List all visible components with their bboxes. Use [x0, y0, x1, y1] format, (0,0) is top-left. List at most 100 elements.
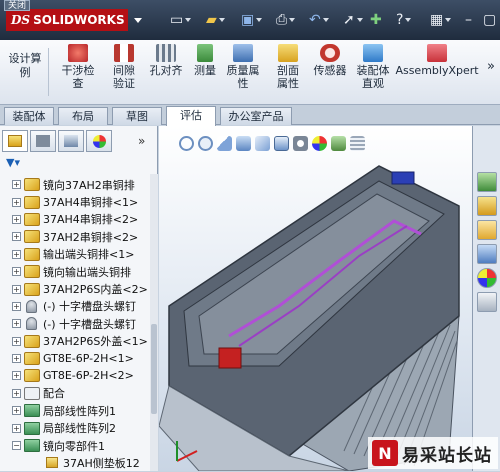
open-folder-icon[interactable]: ▰: [206, 11, 225, 29]
tab-office-products[interactable]: 办公室产品: [220, 107, 292, 125]
expand-toggle-icon[interactable]: +: [12, 336, 21, 346]
tree-item-label: 局部线性阵列2: [43, 422, 116, 436]
tree-scrollbar[interactable]: [150, 174, 158, 471]
tree-item-label: (-) 十字槽盘头螺钉: [43, 317, 137, 331]
expand-toggle-icon[interactable]: +: [12, 406, 21, 416]
tree-item[interactable]: + 镜向输出端头铜排: [0, 263, 150, 280]
assemblyxpert-icon: [427, 44, 447, 62]
help-icon[interactable]: ?: [396, 11, 412, 29]
undo-icon[interactable]: ↶: [309, 11, 329, 29]
property-manager-tab-icon[interactable]: [30, 130, 56, 152]
logo-menu-arrow-icon[interactable]: [133, 17, 142, 23]
tree-item-label: GT8E-6P-2H<2>: [43, 369, 134, 383]
expand-toggle-icon[interactable]: +: [12, 232, 21, 242]
section-properties-button[interactable]: 剖面属性: [268, 44, 308, 90]
expand-toggle-icon[interactable]: +: [12, 249, 21, 259]
tree-item[interactable]: + 局部线性阵列1: [0, 402, 150, 419]
filter-icon[interactable]: ▼▾: [6, 156, 20, 169]
tab-layout[interactable]: 布局: [58, 107, 108, 125]
panel-more-chevron-icon[interactable]: »: [138, 134, 145, 148]
tree-item[interactable]: +37AH侧垫板12: [0, 454, 150, 471]
display-manager-tab-icon[interactable]: [86, 130, 112, 152]
clearance-verify-icon: [114, 44, 134, 62]
ribbon-separator: [48, 48, 49, 96]
custom-properties-icon[interactable]: [477, 292, 497, 312]
hole-align-button[interactable]: 孔对齐: [146, 44, 186, 77]
tree-item[interactable]: +37AH2P6S外盖<1>: [0, 333, 150, 350]
tree-item[interactable]: + 配合: [0, 385, 150, 402]
scrollbar-thumb[interactable]: [151, 324, 157, 414]
tree-item[interactable]: + (-) 十字槽盘头螺钉: [0, 315, 150, 332]
tree-item[interactable]: + 局部线性阵列2: [0, 419, 150, 436]
restore-button[interactable]: ▢: [483, 11, 496, 29]
assemblyxpert-button[interactable]: AssemblyXpert: [395, 44, 479, 77]
new-document-icon[interactable]: ▭: [170, 11, 192, 29]
expand-toggle-icon[interactable]: +: [12, 354, 21, 364]
tree-item-label: 37AH2P6S外盖<1>: [43, 335, 148, 349]
comp-icon: [24, 195, 40, 209]
command-manager-ribbon: 设计算例 干涉检查 间隙验证 孔对齐 测量 质量属性 剖面属性 传感器 装配体直…: [0, 40, 500, 105]
expand-toggle-icon[interactable]: +: [12, 197, 21, 207]
solidworks-logo[interactable]: DS SOLIDWORKS: [6, 9, 142, 31]
feature-manager-tab-icon[interactable]: [2, 130, 28, 152]
design-study-button[interactable]: 设计算例: [8, 52, 42, 80]
mass-properties-icon: [233, 44, 253, 62]
expand-toggle-icon[interactable]: +: [12, 319, 21, 329]
solidworks-resources-icon[interactable]: [477, 172, 497, 192]
file-explorer-icon[interactable]: [477, 220, 497, 240]
battery-pack-model[interactable]: [159, 126, 472, 471]
select-pointer-icon[interactable]: ➚: [343, 11, 363, 29]
tree-item-label: 镜向37AH2串铜排: [43, 178, 135, 192]
measure-button[interactable]: 测量: [190, 44, 220, 77]
view-palette-icon[interactable]: [477, 244, 497, 264]
collapse-toggle-icon[interactable]: −: [12, 441, 21, 451]
tree-item[interactable]: +37AH4串铜排<2>: [0, 211, 150, 228]
tree-item[interactable]: + GT8E-6P-2H<1>: [0, 350, 150, 367]
feature-manager-panel: » ▼▾ + 镜向37AH2串铜排 +37AH4串铜排<1> +37AH4串铜排<2>…: [0, 126, 158, 471]
sensor-button[interactable]: 传感器: [311, 44, 349, 77]
expand-toggle-icon[interactable]: +: [12, 371, 21, 381]
tree-item-label: 37AH4串铜排<2>: [43, 213, 139, 227]
tree-item[interactable]: + (-) 十字槽盘头螺钉: [0, 298, 150, 315]
expand-toggle-icon[interactable]: +: [12, 214, 21, 224]
minimize-button[interactable]: –: [465, 11, 472, 29]
expand-toggle-icon[interactable]: +: [12, 267, 21, 277]
tab-assembly[interactable]: 装配体: [4, 107, 54, 125]
print-icon[interactable]: ⎙: [276, 11, 296, 29]
tree-item[interactable]: + GT8E-6P-2H<2>: [0, 367, 150, 384]
expand-toggle-icon[interactable]: +: [12, 388, 21, 398]
tree-item[interactable]: − 镜向零部件1: [0, 437, 150, 454]
interference-check-button[interactable]: 干涉检查: [58, 44, 98, 90]
graphics-area[interactable]: [159, 126, 472, 471]
options-icon[interactable]: ▦: [430, 11, 452, 29]
expand-toggle-icon[interactable]: +: [12, 284, 21, 294]
ds-logo-mark: DS: [11, 13, 31, 27]
tree-item[interactable]: + 镜向37AH2串铜排: [0, 176, 150, 193]
watermark-logo: N: [372, 440, 398, 466]
panel-tabs: [2, 130, 112, 152]
expand-toggle-icon[interactable]: +: [12, 180, 21, 190]
tab-sketch[interactable]: 草图: [112, 107, 162, 125]
ribbon-more-chevron-icon[interactable]: »: [484, 60, 498, 73]
save-icon[interactable]: ▣: [241, 11, 263, 29]
tab-evaluate[interactable]: 评估: [166, 106, 216, 126]
rebuild-icon[interactable]: ✚: [370, 11, 382, 29]
sensor-icon: [320, 44, 340, 62]
tree-item[interactable]: + 输出端头铜排<1>: [0, 246, 150, 263]
clearance-verify-button[interactable]: 间隙验证: [104, 44, 144, 90]
feat-icon: [24, 421, 40, 435]
configuration-manager-tab-icon[interactable]: [58, 130, 84, 152]
expand-toggle-icon[interactable]: +: [12, 423, 21, 433]
assembly-visualization-icon: [363, 44, 383, 62]
expand-toggle-icon[interactable]: +: [12, 301, 21, 311]
tree-item[interactable]: +37AH2串铜排<2>: [0, 228, 150, 245]
assembly-visualization-button[interactable]: 装配体直观: [353, 44, 393, 90]
feature-tree: + 镜向37AH2串铜排 +37AH4串铜排<1> +37AH4串铜排<2> +37AH…: [0, 176, 150, 472]
tree-item-label: 局部线性阵列1: [43, 404, 116, 418]
appearances-icon[interactable]: [477, 268, 497, 288]
tree-item-label: 37AH2串铜排<2>: [43, 230, 139, 244]
tree-item[interactable]: +37AH4串铜排<1>: [0, 193, 150, 210]
tree-item[interactable]: +37AH2P6S内盖<2>: [0, 280, 150, 297]
design-library-icon[interactable]: [477, 196, 497, 216]
mass-properties-button[interactable]: 质量属性: [223, 44, 263, 90]
